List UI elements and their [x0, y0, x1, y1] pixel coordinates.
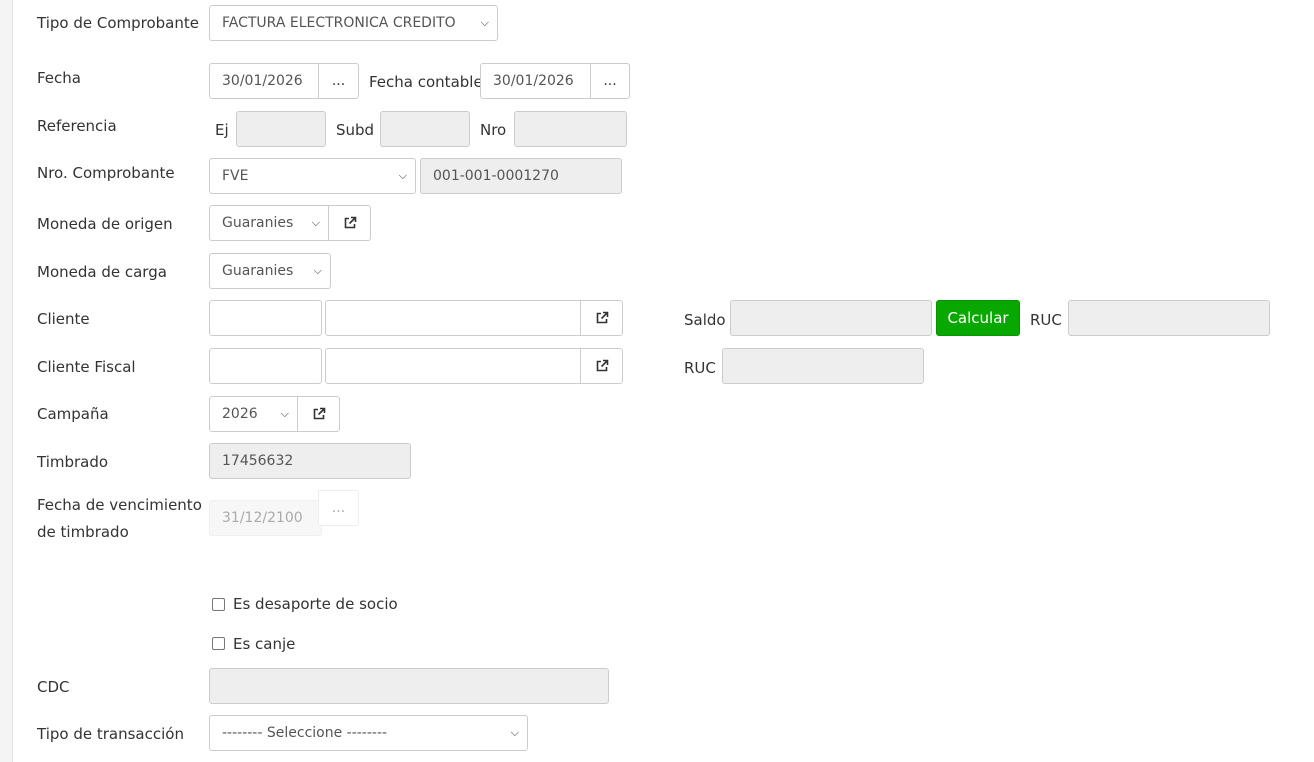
cliente-label: Cliente	[37, 310, 90, 328]
fecha-contable-label: Fecha contable	[369, 73, 483, 91]
nro-comprobante-select[interactable]: FVE ⌵	[209, 158, 416, 194]
nro-comprobante-label: Nro. Comprobante	[37, 164, 175, 182]
nro-comprobante-numero[interactable]: 001-001-0001270	[420, 158, 622, 194]
cliente-code-input[interactable]	[209, 300, 322, 336]
fecha-venc-timbrado-label-line2: de timbrado	[37, 523, 129, 541]
cliente-open-button[interactable]	[580, 300, 623, 336]
external-link-icon	[313, 407, 325, 420]
tipo-transaccion-label: Tipo de transacción	[37, 725, 184, 743]
fecha-venc-timbrado-picker-button[interactable]: ...	[318, 490, 359, 526]
moneda-origen-open-button[interactable]	[328, 205, 371, 241]
cliente-fiscal-code-input[interactable]	[209, 348, 322, 384]
moneda-origen-value: Guaranies	[222, 215, 294, 231]
cliente-ruc-input[interactable]	[1068, 300, 1270, 336]
cliente-ruc-label: RUC	[1030, 311, 1062, 329]
fecha-contable-picker-button[interactable]: ...	[590, 63, 630, 99]
canje-checkbox[interactable]	[212, 637, 225, 650]
moneda-carga-label: Moneda de carga	[37, 263, 167, 281]
nro-label: Nro	[480, 121, 507, 139]
fecha-input[interactable]: 30/01/2026	[209, 63, 319, 99]
canje-label: Es canje	[233, 635, 296, 653]
fecha-label: Fecha	[37, 69, 81, 87]
cdc-input[interactable]	[209, 668, 609, 704]
tipo-comprobante-label: Tipo de Comprobante	[37, 14, 199, 32]
fecha-venc-timbrado-input[interactable]: 31/12/2100	[209, 500, 322, 536]
campana-value: 2026	[222, 406, 258, 422]
external-link-icon	[596, 311, 608, 324]
chevron-down-icon: ⌵	[480, 16, 489, 29]
external-link-icon	[596, 359, 608, 372]
nro-comprobante-value: FVE	[222, 168, 249, 184]
cliente-fiscal-name-input[interactable]	[325, 348, 581, 384]
moneda-origen-select[interactable]: Guaranies ⌵	[209, 205, 329, 241]
ej-input[interactable]	[236, 111, 326, 147]
chevron-down-icon: ⌵	[311, 216, 320, 229]
subd-label: Subd	[336, 121, 375, 139]
campana-select[interactable]: 2026 ⌵	[209, 396, 298, 432]
chevron-down-icon: ⌵	[313, 264, 322, 277]
fecha-contable-input[interactable]: 30/01/2026	[480, 63, 591, 99]
tipo-comprobante-select[interactable]: FACTURA ELECTRONICA CREDITO ⌵	[209, 5, 498, 41]
left-panel-border	[0, 0, 13, 762]
chevron-down-icon: ⌵	[398, 169, 407, 182]
tipo-transaccion-value: -------- Seleccione --------	[222, 725, 388, 741]
moneda-carga-value: Guaranies	[222, 263, 294, 279]
cliente-fiscal-ruc-input[interactable]	[722, 348, 924, 384]
cliente-fiscal-label: Cliente Fiscal	[37, 358, 136, 376]
desaporte-checkbox[interactable]	[212, 598, 225, 611]
cliente-name-input[interactable]	[325, 300, 581, 336]
fecha-picker-button[interactable]: ...	[318, 63, 359, 99]
cdc-label: CDC	[37, 678, 70, 696]
timbrado-label: Timbrado	[37, 453, 109, 471]
cliente-fiscal-ruc-label: RUC	[684, 359, 716, 377]
referencia-label: Referencia	[37, 117, 117, 135]
tipo-transaccion-select[interactable]: -------- Seleccione -------- ⌵	[209, 715, 528, 751]
external-link-icon	[344, 216, 356, 229]
timbrado-input[interactable]: 17456632	[209, 443, 411, 479]
desaporte-label: Es desaporte de socio	[233, 595, 398, 613]
nro-input[interactable]	[514, 111, 627, 147]
tipo-comprobante-value: FACTURA ELECTRONICA CREDITO	[222, 15, 456, 31]
chevron-down-icon: ⌵	[280, 407, 289, 420]
moneda-carga-select[interactable]: Guaranies ⌵	[209, 253, 331, 289]
subd-input[interactable]	[380, 111, 470, 147]
campana-open-button[interactable]	[297, 396, 340, 432]
moneda-origen-label: Moneda de origen	[37, 215, 173, 233]
campana-label: Campaña	[37, 405, 109, 423]
fecha-venc-timbrado-label-line1: Fecha de vencimiento	[37, 496, 202, 514]
cliente-fiscal-open-button[interactable]	[580, 348, 623, 384]
ej-label: Ej	[215, 121, 229, 139]
calcular-button[interactable]: Calcular	[936, 300, 1020, 336]
saldo-label: Saldo	[684, 311, 726, 329]
chevron-down-icon: ⌵	[510, 726, 519, 739]
saldo-input[interactable]	[730, 300, 932, 336]
